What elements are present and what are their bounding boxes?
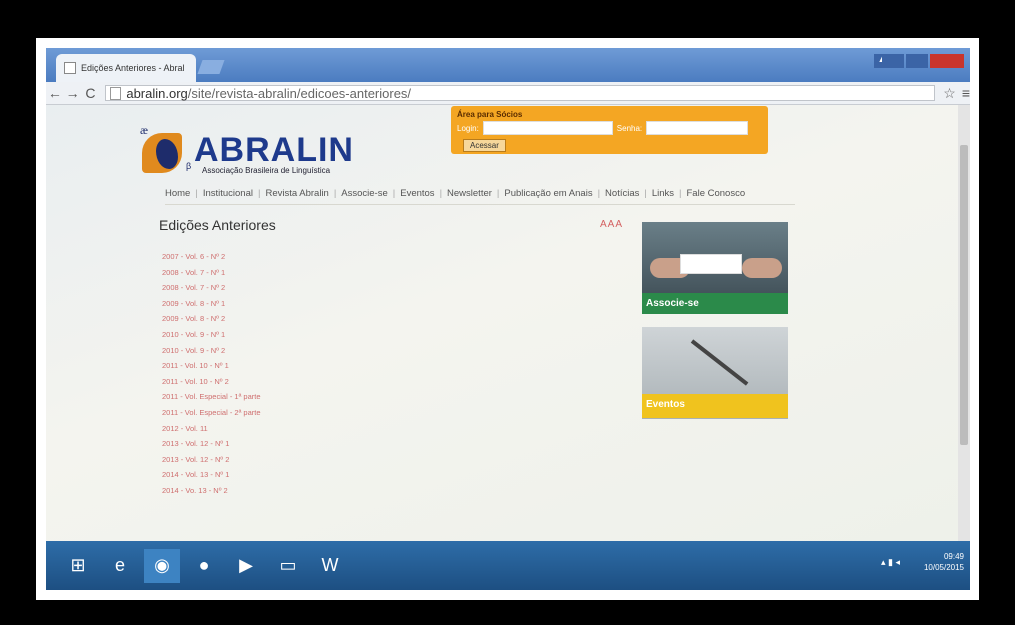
nav-links[interactable]: Links <box>652 188 674 199</box>
edition-link[interactable]: 2011 - Vol. 10 - Nº 2 <box>162 374 261 390</box>
edition-link[interactable]: 2014 - Vol. 13 - Nº 1 <box>162 467 261 483</box>
editions-list: 2007 - Vol. 6 - Nº 2 2008 - Vol. 7 - Nº … <box>162 249 261 499</box>
edition-link[interactable]: 2009 - Vol. 8 - Nº 2 <box>162 311 261 327</box>
firefox-icon[interactable]: ● <box>186 549 222 583</box>
clock-date: 10/05/2015 <box>923 563 964 572</box>
scrollbar-thumb[interactable] <box>960 145 968 445</box>
clock[interactable]: 09:49 10/05/2015 <box>924 551 964 573</box>
forward-arrow-icon[interactable]: → <box>64 85 82 101</box>
windows-taskbar: ⊞ e ◉ ● ▶ ▭ W ▴ ▮ ◂ 09:49 10/05/2015 <box>46 541 970 590</box>
nav-associe[interactable]: Associe-se <box>341 188 387 199</box>
monitor-screen: Edições Anteriores - Abral ▲ ← → C abral… <box>46 48 970 590</box>
edition-link[interactable]: 2011 - Vol. 10 - Nº 1 <box>162 358 261 374</box>
page-icon <box>110 86 122 100</box>
maximize-button[interactable] <box>906 54 928 68</box>
system-tray-icons[interactable]: ▴ ▮ ◂ <box>881 557 900 568</box>
nav-separator: | <box>496 188 500 199</box>
browser-titlebar: Edições Anteriores - Abral ▲ <box>46 48 970 82</box>
members-title: Área para Sócios <box>457 110 523 119</box>
nav-separator: | <box>195 188 198 199</box>
nav-noticias[interactable]: Notícias <box>605 188 639 199</box>
logo-mark-icon <box>142 133 182 173</box>
page-title: Edições Anteriores <box>159 217 276 233</box>
edition-link[interactable]: 2012 - Vol. 11 <box>162 421 261 437</box>
bookmark-star-icon[interactable]: ☆ <box>943 85 956 102</box>
nav-contato[interactable]: Fale Conosco <box>687 188 746 199</box>
chrome-menu-icon[interactable]: ≡ <box>962 85 970 101</box>
logo-name: ABRALIN <box>194 131 354 169</box>
nav-home[interactable]: Home <box>165 188 190 199</box>
members-login-box: Área para Sócios Login: Senha: Acessar <box>451 106 768 154</box>
password-input[interactable] <box>646 121 749 135</box>
nav-separator: | <box>333 188 337 199</box>
new-tab-button[interactable] <box>197 60 225 74</box>
login-input[interactable] <box>482 121 613 135</box>
edition-link[interactable]: 2010 - Vol. 9 - Nº 2 <box>162 343 261 359</box>
edition-link[interactable]: 2009 - Vol. 8 - Nº 1 <box>162 296 261 312</box>
page-favicon-icon <box>64 62 76 74</box>
nav-separator: | <box>644 188 647 199</box>
logo-subtitle: Associação Brasileira de Linguística <box>202 166 331 175</box>
page-viewport: æ β ABRALIN Associação Brasileira de Lin… <box>46 105 958 541</box>
address-bar[interactable]: abralin.org/site/revista-abralin/edicoes… <box>105 85 936 101</box>
nav-anais[interactable]: Publicação em Anais <box>504 188 592 199</box>
login-label: Login: <box>457 123 479 133</box>
url-domain: abralin.org <box>126 85 188 101</box>
abralin-logo[interactable]: æ β ABRALIN Associação Brasileira de Lin… <box>140 123 353 175</box>
browser-tab[interactable]: Edições Anteriores - Abral <box>56 54 196 82</box>
edition-link[interactable]: 2013 - Vol. 12 - Nº 1 <box>162 436 261 452</box>
hand-image <box>742 258 782 278</box>
edition-link[interactable]: 2013 - Vol. 12 - Nº 2 <box>162 452 261 468</box>
close-button[interactable] <box>930 54 964 68</box>
puzzle-image <box>680 254 742 274</box>
window-controls <box>882 54 964 68</box>
edition-link[interactable]: 2014 - Vo. 13 - Nº 2 <box>162 483 261 499</box>
url-path: /site/revista-abralin/edicoes-anteriores… <box>187 85 412 101</box>
back-arrow-icon[interactable]: ← <box>46 85 64 101</box>
font-size-control[interactable]: AAA <box>600 219 623 230</box>
main-nav: Home | Institucional | Revista Abralin | As… <box>165 188 795 205</box>
nav-revista[interactable]: Revista Abralin <box>265 188 328 199</box>
internet-explorer-icon[interactable]: e <box>102 549 138 583</box>
promo-label: Associe-se <box>642 293 788 314</box>
nav-separator: | <box>597 188 601 199</box>
nav-separator: | <box>257 188 261 199</box>
minimize-button[interactable] <box>882 54 904 68</box>
browser-toolbar: ← → C abralin.org/site/revista-abralin/e… <box>46 82 970 105</box>
edition-link[interactable]: 2007 - Vol. 6 - Nº 2 <box>162 249 261 265</box>
clock-time: 09:49 <box>943 552 964 561</box>
nav-separator: | <box>679 188 682 199</box>
edition-link[interactable]: 2008 - Vol. 7 - Nº 1 <box>162 265 261 281</box>
logo-ae: æ <box>140 123 149 137</box>
edition-link[interactable]: 2010 - Vol. 9 - Nº 1 <box>162 327 261 343</box>
password-label: Senha: <box>616 123 643 133</box>
windows-icon[interactable]: ⊞ <box>60 549 96 583</box>
promo-eventos[interactable]: Eventos <box>642 327 788 419</box>
chrome-icon[interactable]: ◉ <box>144 548 180 583</box>
word-icon[interactable]: W <box>312 549 348 583</box>
nav-newsletter[interactable]: Newsletter <box>447 188 492 199</box>
reload-icon[interactable]: C <box>82 85 100 101</box>
tab-title: Edições Anteriores - Abral <box>81 63 185 73</box>
logo-beta: β <box>186 161 192 171</box>
page-scrollbar[interactable] <box>958 105 970 541</box>
edition-link[interactable]: 2011 - Vol. Especial - 1ª parte <box>162 389 261 405</box>
edition-link[interactable]: 2008 - Vol. 7 - Nº 2 <box>162 280 261 296</box>
submit-button[interactable]: Acessar <box>463 139 506 152</box>
nav-eventos[interactable]: Eventos <box>400 188 434 199</box>
edition-link[interactable]: 2011 - Vol. Especial - 2ª parte <box>162 405 261 421</box>
media-icon[interactable]: ▶ <box>228 549 264 583</box>
nav-separator: | <box>392 188 396 199</box>
promo-label: Eventos <box>642 394 788 418</box>
file-explorer-icon[interactable]: ▭ <box>270 549 306 583</box>
nav-institucional[interactable]: Institucional <box>203 188 253 199</box>
promo-associe-se[interactable]: Associe-se <box>642 222 788 314</box>
pen-image <box>690 339 749 386</box>
nav-separator: | <box>439 188 443 199</box>
